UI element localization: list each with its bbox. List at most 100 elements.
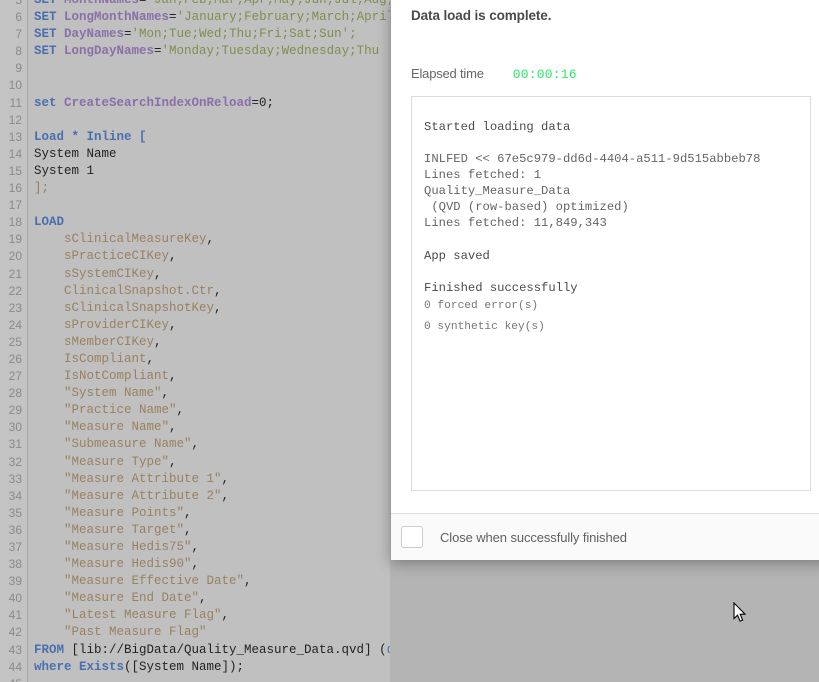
log-spacer <box>424 264 810 280</box>
code-token: CreateSearchIndexOnReload <box>64 95 252 110</box>
line-number: 6 <box>15 10 22 25</box>
code-line[interactable] <box>28 112 390 129</box>
code-line[interactable]: "Measure Target", <box>28 522 390 539</box>
editor-code-area[interactable]: SET MonthNames='Jan;Feb;Mar;Apr;May;Jun;… <box>28 0 390 682</box>
code-line[interactable]: "Measure Effective Date", <box>28 573 390 590</box>
code-line[interactable]: SET MonthNames='Jan;Feb;Mar;Apr;May;Jun;… <box>28 0 390 9</box>
line-number: 25 <box>8 334 22 349</box>
line-number: 44 <box>8 659 22 674</box>
code-line[interactable]: "Measure Hedis90", <box>28 556 390 573</box>
code-line[interactable]: sClinicalMeasureKey, <box>28 231 390 248</box>
log-line: 0 synthetic key(s) <box>424 320 545 333</box>
log-line: Quality_Measure_Data <box>424 184 571 199</box>
line-number: 17 <box>8 198 22 213</box>
code-token: "Measure Effective Date" <box>34 574 245 589</box>
code-line[interactable]: SET LongDayNames='Monday;Tuesday;Wednesd… <box>28 43 390 60</box>
code-line[interactable]: SET DayNames='Mon;Tue;Wed;Thu;Fri;Sat;Su… <box>28 26 390 43</box>
line-number: 24 <box>8 317 22 332</box>
log-line: App saved <box>424 248 490 263</box>
code-line[interactable]: IsNotCompliant, <box>28 368 390 385</box>
code-token: , <box>199 591 207 606</box>
code-token: IsCompliant <box>34 351 147 366</box>
code-line[interactable]: "Measure Attribute 1", <box>28 471 390 488</box>
code-line[interactable]: ]; <box>28 180 390 197</box>
load-log-output[interactable]: Started loading data INLFED << 67e5c979-d… <box>411 96 811 491</box>
code-token: LongDayNames <box>64 44 155 59</box>
code-token: "Measure Hedis90" <box>34 557 192 572</box>
code-line[interactable]: set CreateSearchIndexOnReload=0; <box>28 95 390 112</box>
code-line[interactable]: where Exists([System Name]); <box>28 659 390 676</box>
code-token: set <box>34 95 65 110</box>
code-line[interactable] <box>28 60 390 77</box>
code-token: , <box>169 249 177 264</box>
line-number: 18 <box>8 215 22 230</box>
elapsed-time-row: Elapsed time 00:00:16 <box>411 66 811 84</box>
code-line[interactable]: ClinicalSnapshot.Ctr, <box>28 283 390 300</box>
code-line[interactable] <box>28 77 390 94</box>
code-token: , <box>214 300 222 315</box>
dialog-body: Data load is complete. Elapsed time 00:0… <box>391 0 819 513</box>
code-line[interactable]: "Practice Name", <box>28 402 390 419</box>
load-script-editor[interactable]: 5 6 7 8 9 10 11 12 13 14 15 16 17 18 19 20 21 22 23 24 25 26 2… <box>0 0 390 682</box>
code-token: "Measure Target" <box>34 522 185 537</box>
code-token: SET <box>34 0 65 7</box>
line-number: 28 <box>8 386 22 401</box>
code-line[interactable]: "Measure Points", <box>28 505 390 522</box>
code-line[interactable]: "Measure Name", <box>28 419 390 436</box>
code-line[interactable]: SET LongMonthNames='January;February;Mar… <box>28 9 390 26</box>
code-line[interactable]: "Past Measure Flag" <box>28 624 390 641</box>
code-token: = <box>154 44 162 59</box>
code-token: , <box>221 488 230 503</box>
close-when-finished-label[interactable]: Close when successfully finished <box>440 530 627 545</box>
code-token: where <box>34 659 80 674</box>
code-line[interactable]: IsCompliant, <box>28 351 390 368</box>
code-line[interactable] <box>28 197 390 214</box>
code-line[interactable]: sSystemCIKey, <box>28 266 390 283</box>
code-token: "Measure Hedis75" <box>34 540 192 554</box>
code-line[interactable]: "Measure Hedis75", <box>28 539 390 556</box>
code-line[interactable]: FROM [lib://BigData/Quality_Measure_Data… <box>28 642 390 659</box>
code-line[interactable]: sPracticeCIKey, <box>28 248 390 265</box>
line-number: 22 <box>8 283 22 298</box>
code-token: , <box>169 454 177 469</box>
elapsed-time-value: 00:00:16 <box>512 67 577 82</box>
code-line[interactable]: System Name <box>28 146 390 163</box>
log-spacer <box>424 232 810 248</box>
code-token: "Measure Attribute 1" <box>34 471 222 486</box>
code-line[interactable]: sClinicalSnapshotKey, <box>28 300 390 317</box>
code-line[interactable]: LOAD <box>28 214 390 231</box>
code-line[interactable]: "Latest Measure Flag", <box>28 607 390 624</box>
code-line[interactable]: sMemberCIKey, <box>28 334 390 351</box>
code-line[interactable]: "Measure Attribute 2", <box>28 488 390 505</box>
code-line[interactable] <box>28 676 390 682</box>
code-token: , <box>169 420 177 435</box>
code-line[interactable]: "Measure End Date", <box>28 590 390 607</box>
code-line[interactable]: Load * Inline [ <box>28 129 390 146</box>
dialog-footer: Close when successfully finished <box>391 513 819 560</box>
line-number: 16 <box>8 181 22 196</box>
code-token: , <box>161 386 170 401</box>
line-number: 7 <box>15 27 22 42</box>
line-number: 10 <box>8 78 22 93</box>
code-token: LongMonthNames <box>64 10 170 25</box>
code-line[interactable]: System 1 <box>28 163 390 180</box>
log-line: Lines fetched: 11,849,343 <box>424 216 607 231</box>
code-token: , <box>184 522 192 537</box>
close-when-finished-checkbox[interactable] <box>401 526 423 548</box>
code-token: [lib://BigData/Quality_Measure_Data.qvd] <box>71 642 380 657</box>
line-number: 35 <box>8 505 22 520</box>
code-token: , <box>191 437 200 452</box>
code-line[interactable]: "Measure Type", <box>28 454 390 471</box>
line-number: 37 <box>8 540 22 554</box>
line-number: 11 <box>9 95 22 110</box>
code-token: 'Jan;Feb;Mar;Apr;May;Jun;Jul;Aug; <box>146 0 390 7</box>
code-token: , <box>176 403 185 418</box>
line-number: 5 <box>15 0 22 7</box>
code-line[interactable]: sProviderCIKey, <box>28 317 390 334</box>
code-line[interactable]: "System Name", <box>28 385 390 402</box>
code-token: "Past Measure Flag" <box>34 625 207 640</box>
code-line[interactable]: "Submeasure Name", <box>28 436 390 453</box>
line-number: 29 <box>8 403 22 418</box>
code-token: , <box>169 369 177 384</box>
code-token: "Measure Name" <box>34 420 170 435</box>
